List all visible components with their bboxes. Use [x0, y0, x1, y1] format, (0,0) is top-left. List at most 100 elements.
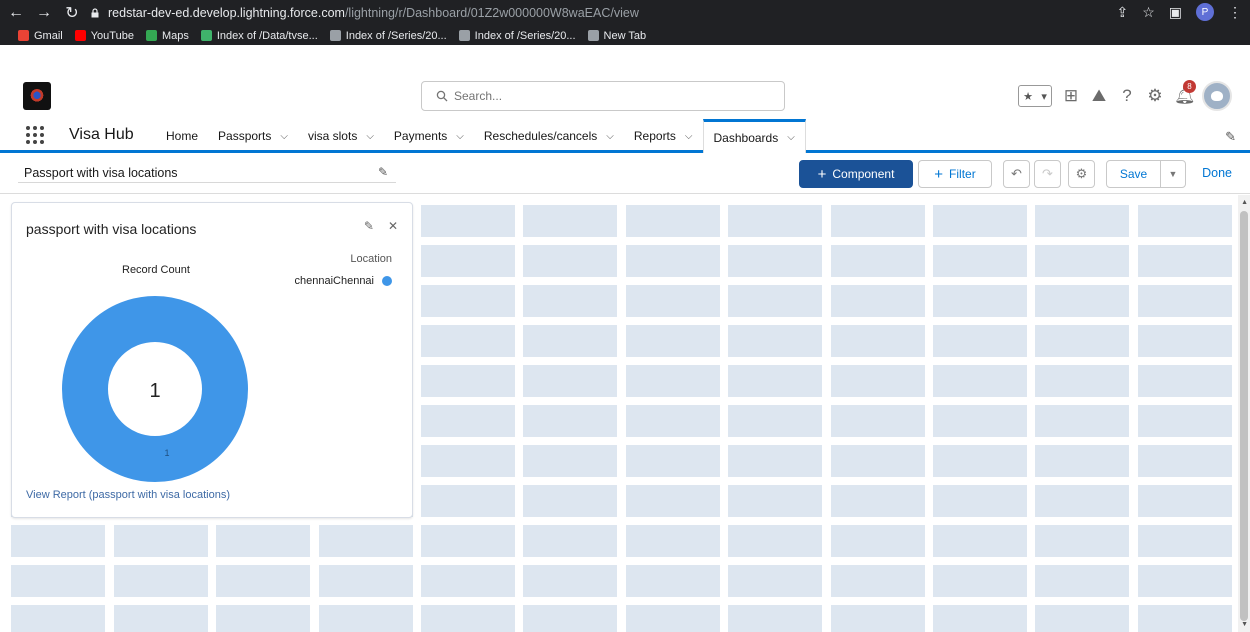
- share-icon[interactable]: ⇪: [1116, 4, 1128, 21]
- utility-bar: ★ ▾ ⊞ ⛰ ? ⚙ 🔔︎ 8: [1018, 80, 1232, 111]
- scroll-up-icon[interactable]: ▲: [1241, 199, 1248, 206]
- grid-cell: [319, 525, 413, 557]
- sidebar-icon[interactable]: ▣: [1169, 4, 1182, 21]
- grid-cell: [1035, 405, 1129, 437]
- chevron-down-icon[interactable]: ⌵: [456, 131, 464, 142]
- back-icon[interactable]: ←: [4, 4, 28, 22]
- widget-edit-icon[interactable]: ✎: [364, 219, 374, 233]
- notification-badge: 8: [1183, 80, 1196, 93]
- bookmark-item[interactable]: Gmail: [18, 30, 63, 42]
- nav-tab-home[interactable]: Home: [156, 119, 208, 153]
- grid-cell: [1035, 605, 1129, 632]
- donut-segment-label: 1: [164, 448, 169, 458]
- chevron-down-icon[interactable]: ⌵: [787, 132, 795, 143]
- grid-cell: [626, 485, 720, 517]
- grid-cell: [421, 525, 515, 557]
- scrollbar-thumb[interactable]: [1240, 211, 1248, 621]
- add-component-label: Component: [832, 167, 895, 181]
- nav-tab-passports[interactable]: Passports ⌵: [208, 119, 298, 153]
- global-search-input[interactable]: Search...: [421, 81, 785, 111]
- favorites-dropdown-icon[interactable]: ▾: [1041, 90, 1047, 103]
- setup-gear-icon[interactable]: ⚙: [1146, 86, 1164, 106]
- legend-item[interactable]: chennaiChennai: [294, 275, 392, 287]
- bookmark-item[interactable]: New Tab: [587, 30, 646, 42]
- search-placeholder: Search...: [454, 89, 503, 103]
- app-launcher-icon[interactable]: [26, 126, 44, 144]
- edit-nav-pencil-icon[interactable]: ✎: [1225, 129, 1236, 145]
- bookmark-item[interactable]: Index of /Series/20...: [458, 30, 576, 42]
- nav-tab-payments[interactable]: Payments ⌵: [384, 119, 474, 153]
- trailhead-icon[interactable]: ⛰: [1090, 86, 1108, 106]
- bookmark-label: Maps: [161, 29, 189, 42]
- grid-cell: [728, 245, 822, 277]
- chevron-down-icon[interactable]: ⌵: [280, 131, 288, 142]
- nav-tab-visa-slots[interactable]: visa slots ⌵: [298, 119, 384, 153]
- bookmark-item[interactable]: Maps: [145, 29, 189, 42]
- grid-cell: [11, 605, 105, 632]
- grid-cell: [728, 405, 822, 437]
- favorites-button[interactable]: ★ ▾: [1018, 85, 1052, 107]
- dashboard-widget[interactable]: passport with visa locations ✎ ✕ Record …: [11, 202, 413, 518]
- save-menu-button[interactable]: ▼: [1160, 160, 1186, 188]
- grid-cell: [1138, 445, 1232, 477]
- nav-tab-reports[interactable]: Reports ⌵: [624, 119, 703, 153]
- grid-cell: [831, 565, 925, 597]
- save-button[interactable]: Save: [1106, 160, 1161, 188]
- grid-cell: [421, 285, 515, 317]
- grid-cell: [523, 525, 617, 557]
- help-icon[interactable]: ?: [1118, 86, 1136, 106]
- dashboard-title-input[interactable]: Passport with visa locations: [24, 166, 178, 180]
- bookmark-label: YouTube: [90, 29, 134, 42]
- bookmark-star-icon[interactable]: ☆: [1142, 4, 1155, 21]
- grid-cell: [1138, 245, 1232, 277]
- nav-tab-reschedules-cancels[interactable]: Reschedules/cancels ⌵: [474, 119, 624, 153]
- grid-cell: [216, 605, 310, 632]
- bookmark-item[interactable]: Index of /Series/20...: [329, 30, 447, 42]
- user-avatar[interactable]: [1202, 81, 1232, 111]
- scroll-down-icon[interactable]: ▼: [1241, 621, 1248, 628]
- done-button[interactable]: Done: [1202, 166, 1232, 180]
- global-create-icon[interactable]: ⊞: [1062, 86, 1080, 106]
- title-edit-icon[interactable]: ✎: [378, 165, 388, 179]
- bookmark-item[interactable]: YouTube: [74, 29, 134, 42]
- nav-tab-label: Passports: [218, 129, 272, 143]
- redo-button[interactable]: ↷: [1034, 160, 1061, 188]
- forward-icon[interactable]: →: [32, 4, 56, 22]
- grid-cell: [1138, 405, 1232, 437]
- grid-cell: [1035, 205, 1129, 237]
- dashboard-toolbar: [0, 156, 1250, 194]
- chevron-down-icon[interactable]: ⌵: [606, 131, 614, 142]
- browser-menu-icon[interactable]: ⋮: [1228, 4, 1242, 21]
- chevron-down-icon[interactable]: ⌵: [366, 131, 374, 142]
- plus-icon: +: [817, 165, 827, 183]
- reload-icon[interactable]: ↻: [60, 3, 84, 23]
- browser-toolbar: ← → ↻ redstar-dev-ed.develop.lightning.f…: [0, 0, 1250, 26]
- grid-cell: [933, 325, 1027, 357]
- save-label: Save: [1119, 167, 1148, 181]
- grid-cell: [933, 485, 1027, 517]
- add-filter-button[interactable]: + Filter: [918, 160, 992, 188]
- nav-tab-label: Payments: [393, 129, 448, 143]
- address-bar[interactable]: redstar-dev-ed.develop.lightning.force.c…: [90, 3, 1090, 23]
- widget-close-icon[interactable]: ✕: [388, 219, 398, 233]
- undo-button[interactable]: ↶: [1003, 160, 1030, 188]
- grid-cell: [421, 245, 515, 277]
- nav-tab-dashboards[interactable]: Dashboards ⌵: [702, 119, 806, 153]
- grid-cell: [728, 285, 822, 317]
- view-report-link[interactable]: View Report (passport with visa location…: [26, 489, 230, 501]
- chevron-down-icon[interactable]: ⌵: [685, 131, 693, 142]
- org-logo[interactable]: [23, 82, 51, 110]
- profile-avatar[interactable]: P: [1196, 3, 1214, 21]
- add-component-button[interactable]: + Component: [799, 160, 913, 188]
- lock-icon: [91, 8, 99, 18]
- grid-cell: [831, 525, 925, 557]
- grid-cell: [319, 565, 413, 597]
- notifications-icon[interactable]: 🔔︎ 8: [1174, 80, 1196, 106]
- grid-cell: [831, 205, 925, 237]
- grid-cell: [11, 525, 105, 557]
- dashboard-properties-button[interactable]: ⚙: [1068, 160, 1095, 188]
- grid-cell: [523, 285, 617, 317]
- donut-chart[interactable]: 1 1: [62, 296, 248, 482]
- bookmark-item[interactable]: Index of /Data/tvse...: [200, 30, 318, 42]
- grid-cell: [523, 365, 617, 397]
